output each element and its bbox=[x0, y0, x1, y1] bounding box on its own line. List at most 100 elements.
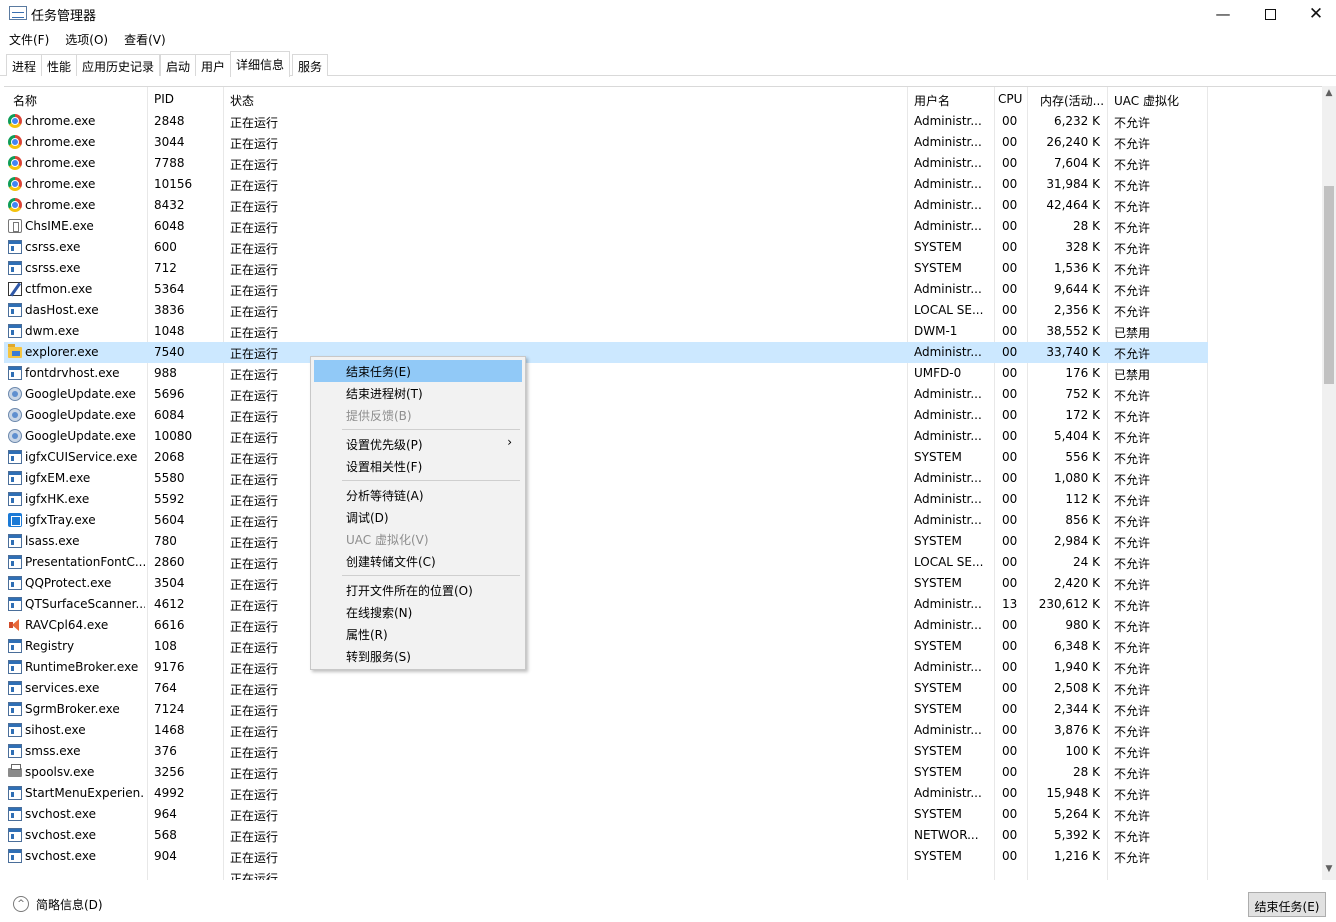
process-row[interactable]: chrome.exe 8432 正在运行 Administr... 00 42,464 K… bbox=[4, 195, 1208, 216]
process-cpu: 00 bbox=[1002, 702, 1018, 716]
process-username: Administr... bbox=[914, 219, 982, 233]
process-status: 正在运行 bbox=[230, 116, 279, 130]
process-row[interactable]: igfxTray.exe 5604 正在运行 Administr... 00 856 K 不… bbox=[4, 510, 1208, 531]
process-name: RAVCpl64.exe bbox=[25, 618, 109, 632]
process-username: Administr... bbox=[914, 786, 982, 800]
process-row[interactable]: chrome.exe 10156 正在运行 Administr... 00 31,984 … bbox=[4, 174, 1208, 195]
process-row[interactable]: smss.exe 376 正在运行 SYSTEM 00 100 K 不允许 bbox=[4, 741, 1208, 762]
process-row[interactable]: svchost.exe 568 正在运行 NETWOR... 00 5,392 K 不允许 bbox=[4, 825, 1208, 846]
process-name: dasHost.exe bbox=[25, 303, 99, 317]
menu-file[interactable]: 文件(F) bbox=[0, 29, 56, 49]
process-name: svchost.exe bbox=[25, 828, 96, 842]
column-header-uac[interactable]: UAC 虚拟化 bbox=[1114, 92, 1179, 109]
minimize-button[interactable]: — bbox=[1200, 0, 1246, 28]
process-row[interactable]: GoogleUpdate.exe 5696 正在运行 Administr... 00 75… bbox=[4, 384, 1208, 405]
vertical-scrollbar[interactable]: ▲ ▼ bbox=[1322, 86, 1336, 880]
close-button[interactable]: ✕ bbox=[1293, 0, 1336, 28]
maximize-button[interactable] bbox=[1247, 0, 1293, 28]
process-row[interactable]: services.exe 764 正在运行 SYSTEM 00 2,508 K 不允许 bbox=[4, 678, 1208, 699]
column-header-username[interactable]: 用户名 bbox=[914, 92, 950, 109]
process-row[interactable]: fontdrvhost.exe 988 正在运行 UMFD-0 00 176 K 已禁用 bbox=[4, 363, 1208, 384]
process-row[interactable]: spoolsv.exe 3256 正在运行 SYSTEM 00 28 K 不允许 bbox=[4, 762, 1208, 783]
process-row[interactable]: PresentationFontC... 2860 正在运行 LOCAL SE... 0… bbox=[4, 552, 1208, 573]
context-menu-item[interactable]: 设置优先级(P) › bbox=[314, 433, 522, 455]
process-row[interactable]: dasHost.exe 3836 正在运行 LOCAL SE... 00 2,356 K 不… bbox=[4, 300, 1208, 321]
column-header-pid[interactable]: PID bbox=[154, 92, 174, 106]
scrollbar-thumb[interactable] bbox=[1324, 186, 1334, 384]
menu-bar: 文件(F) 选项(O) 查看(V) bbox=[0, 29, 173, 49]
process-row[interactable]: GoogleUpdate.exe 10080 正在运行 Administr... 00 5… bbox=[4, 426, 1208, 447]
scroll-down-icon[interactable]: ▼ bbox=[1322, 864, 1336, 878]
process-row[interactable]: QQProtect.exe 3504 正在运行 SYSTEM 00 2,420 K 不允许 bbox=[4, 573, 1208, 594]
process-row[interactable]: svchost.exe 964 正在运行 SYSTEM 00 5,264 K 不允许 bbox=[4, 804, 1208, 825]
process-memory: 7,604 K bbox=[1053, 156, 1100, 170]
process-pid: 7124 bbox=[154, 702, 185, 716]
context-menu-item[interactable]: 打开文件所在的位置(O) bbox=[314, 579, 522, 601]
process-username: SYSTEM bbox=[914, 702, 962, 716]
context-menu-item[interactable]: 设置相关性(F) bbox=[314, 455, 522, 477]
process-row[interactable]: chrome.exe 3044 正在运行 Administr... 00 26,240 K… bbox=[4, 132, 1208, 153]
context-menu-item[interactable]: 属性(R) bbox=[314, 623, 522, 645]
process-row[interactable]: Registry 108 正在运行 SYSTEM 00 6,348 K 不允许 bbox=[4, 636, 1208, 657]
column-header-name[interactable]: 名称 bbox=[13, 92, 37, 109]
collapse-chevron-icon[interactable]: ^ bbox=[13, 896, 29, 912]
process-row[interactable]: igfxHK.exe 5592 正在运行 Administr... 00 112 K 不允许 bbox=[4, 489, 1208, 510]
process-row[interactable]: ChsIME.exe 6048 正在运行 Administr... 00 28 K 不允许 bbox=[4, 216, 1208, 237]
fewer-details-link[interactable]: 简略信息(D) bbox=[36, 896, 103, 913]
tab-services[interactable]: 服务 bbox=[292, 54, 329, 76]
tab-details[interactable]: 详细信息 bbox=[230, 51, 291, 77]
context-menu-item[interactable]: 创建转储文件(C) bbox=[314, 550, 522, 572]
process-row[interactable]: StartMenuExperien... 4992 正在运行 Administr...… bbox=[4, 783, 1208, 804]
context-menu-item[interactable]: 分析等待链(A) bbox=[314, 484, 522, 506]
app-window-icon bbox=[8, 366, 22, 380]
app-window-icon bbox=[8, 660, 22, 674]
process-row[interactable]: QTSurfaceScanner.... 4612 正在运行 Administr...… bbox=[4, 594, 1208, 615]
column-header-memory[interactable]: 内存(活动... bbox=[1040, 92, 1104, 109]
process-status: 正在运行 bbox=[230, 305, 279, 319]
process-status: 正在运行 bbox=[230, 242, 279, 256]
end-task-button[interactable]: 结束任务(E) bbox=[1248, 892, 1326, 917]
scroll-up-icon[interactable]: ▲ bbox=[1322, 88, 1336, 102]
process-row[interactable]: RuntimeBroker.exe 9176 正在运行 Administr... 00 1… bbox=[4, 657, 1208, 678]
process-row[interactable]: SgrmBroker.exe 7124 正在运行 SYSTEM 00 2,344 K 不允许 bbox=[4, 699, 1208, 720]
process-uac: 不允许 bbox=[1114, 578, 1151, 592]
process-row[interactable]: csrss.exe 712 正在运行 SYSTEM 00 1,536 K 不允许 bbox=[4, 258, 1208, 279]
process-memory: 556 K bbox=[1065, 450, 1100, 464]
context-menu-item[interactable]: 结束进程树(T) bbox=[314, 382, 522, 404]
context-menu-item[interactable]: 调试(D) bbox=[314, 506, 522, 528]
process-row[interactable]: GoogleUpdate.exe 6084 正在运行 Administr... 00 17… bbox=[4, 405, 1208, 426]
process-row[interactable]: lsass.exe 780 正在运行 SYSTEM 00 2,984 K 不允许 bbox=[4, 531, 1208, 552]
menu-view[interactable]: 查看(V) bbox=[115, 29, 173, 49]
column-header-status[interactable]: 状态 bbox=[230, 92, 254, 109]
tab-startup[interactable]: 启动 bbox=[160, 54, 197, 76]
menu-options[interactable]: 选项(O) bbox=[56, 29, 115, 49]
tab-performance[interactable]: 性能 bbox=[41, 54, 78, 76]
tab-users[interactable]: 用户 bbox=[195, 54, 232, 76]
context-menu-item[interactable]: 结束任务(E) bbox=[314, 360, 522, 382]
tab-processes[interactable]: 进程 bbox=[6, 54, 43, 76]
process-name: lsass.exe bbox=[25, 534, 80, 548]
menu-separator bbox=[342, 480, 520, 481]
process-row[interactable]: chrome.exe 7788 正在运行 Administr... 00 7,604 K 不… bbox=[4, 153, 1208, 174]
process-name: ChsIME.exe bbox=[25, 219, 94, 233]
process-row[interactable]: explorer.exe 7540 正在运行 Administr... 00 33,740… bbox=[4, 342, 1208, 363]
process-status: 正在运行 bbox=[230, 578, 279, 592]
process-pid: 764 bbox=[154, 681, 177, 695]
process-row[interactable]: dwm.exe 1048 正在运行 DWM-1 00 38,552 K 已禁用 bbox=[4, 321, 1208, 342]
process-row[interactable]: igfxEM.exe 5580 正在运行 Administr... 00 1,080 K 不… bbox=[4, 468, 1208, 489]
tab-app-history[interactable]: 应用历史记录 bbox=[76, 54, 161, 76]
process-row[interactable]: chrome.exe 2848 正在运行 Administr... 00 6,232 K 不… bbox=[4, 111, 1208, 132]
context-menu-item[interactable]: 转到服务(S) bbox=[314, 645, 522, 667]
process-row[interactable]: csrss.exe 600 正在运行 SYSTEM 00 328 K 不允许 bbox=[4, 237, 1208, 258]
process-row[interactable]: igfxCUIService.exe 2068 正在运行 SYSTEM 00 556 K 不… bbox=[4, 447, 1208, 468]
column-header-cpu[interactable]: CPU bbox=[998, 92, 1022, 106]
process-row[interactable]: 正在运行 bbox=[4, 867, 1208, 880]
process-status: 正在运行 bbox=[230, 347, 279, 361]
context-menu-item[interactable]: 在线搜索(N) bbox=[314, 601, 522, 623]
process-cpu: 00 bbox=[1002, 198, 1018, 212]
process-pid: 3256 bbox=[154, 765, 185, 779]
process-row[interactable]: sihost.exe 1468 正在运行 Administr... 00 3,876 K 不… bbox=[4, 720, 1208, 741]
process-row[interactable]: svchost.exe 904 正在运行 SYSTEM 00 1,216 K 不允许 bbox=[4, 846, 1208, 867]
process-row[interactable]: ctfmon.exe 5364 正在运行 Administr... 00 9,644 K 不… bbox=[4, 279, 1208, 300]
process-row[interactable]: RAVCpl64.exe 6616 正在运行 Administr... 00 980 K 不… bbox=[4, 615, 1208, 636]
